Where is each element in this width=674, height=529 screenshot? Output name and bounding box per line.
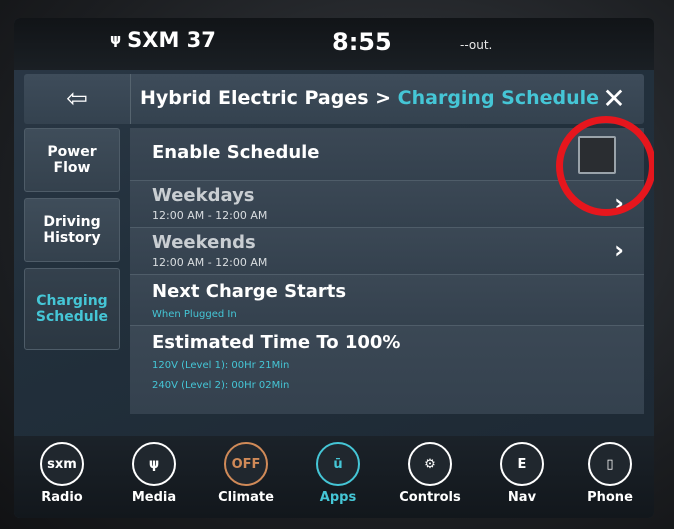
dock-label: Controls (399, 490, 461, 505)
dock-label: Phone (587, 490, 633, 505)
dock-media[interactable]: ψ Media (114, 442, 194, 505)
dock-label: Nav (507, 490, 537, 505)
estimate-level1: 120V (Level 1): 00Hr 21Min (152, 360, 290, 371)
antenna-icon: ψ (110, 32, 122, 48)
next-charge-value: When Plugged In (152, 309, 237, 320)
page-header: ⇦ Hybrid Electric Pages > Charging Sched… (24, 74, 644, 124)
radio-status[interactable]: ψ SXM 37 (110, 28, 216, 52)
breadcrumb: Hybrid Electric Pages > Charging Schedul… (140, 87, 599, 109)
weekdays-time: 12:00 AM - 12:00 AM (152, 209, 268, 222)
back-arrow-icon: ⇦ (66, 84, 88, 114)
estimate-level2: 240V (Level 2): 00Hr 02Min (152, 380, 290, 391)
sidebar-item-label: Charging (36, 293, 108, 309)
sidebar-item-label: Schedule (35, 309, 109, 325)
enable-schedule-label: Enable Schedule (152, 142, 320, 163)
highlight-ring (556, 116, 654, 216)
sidebar: Power Flow Driving History Charging Schedul… (24, 128, 120, 356)
dock-label: Radio (41, 490, 83, 505)
weekdays-label: Weekdays (152, 185, 255, 206)
clock: 8:55 (332, 28, 392, 56)
dock-phone[interactable]: ▯ Phone (570, 442, 650, 505)
breadcrumb-parent: Hybrid Electric Pages > (140, 87, 398, 109)
sidebar-item-charging-schedule[interactable]: Charging Schedule (24, 268, 120, 350)
dock-label: Media (131, 490, 177, 505)
controls-icon: ⚙ (408, 442, 452, 486)
sidebar-item-driving-history[interactable]: Driving History (24, 198, 120, 262)
dock-label: Climate (218, 490, 274, 505)
estimate-row: Estimated Time To 100% 120V (Level 1): 0… (130, 326, 644, 414)
sidebar-item-label: Driving (43, 214, 101, 230)
radio-station: SXM 37 (127, 28, 216, 52)
sidebar-item-label: Flow (53, 160, 91, 176)
bottom-dock: sxm Radio ψ Media OFF Climate ū Apps ⚙ C… (14, 436, 654, 518)
weekends-chevron-right-icon: › (614, 236, 624, 264)
close-button[interactable]: ✕ (596, 82, 632, 116)
breadcrumb-current: Charging Schedule (397, 87, 600, 109)
weekends-label: Weekends (152, 232, 256, 253)
next-charge-label: Next Charge Starts (152, 281, 347, 302)
weekends-row[interactable]: Weekends 12:00 AM - 12:00 AM › (130, 228, 644, 275)
estimate-label: Estimated Time To 100% (152, 332, 401, 353)
back-button[interactable]: ⇦ (24, 74, 131, 124)
climate-off-icon: OFF (224, 442, 268, 486)
status-bar: ψ SXM 37 8:55 --out. (14, 18, 654, 70)
close-icon: ✕ (602, 82, 626, 115)
dock-radio[interactable]: sxm Radio (22, 442, 102, 505)
phone-icon: ▯ (588, 442, 632, 486)
apps-icon: ū (316, 442, 360, 486)
weekends-time: 12:00 AM - 12:00 AM (152, 256, 268, 269)
compass-icon: E (500, 442, 544, 486)
dock-nav[interactable]: E Nav (482, 442, 562, 505)
dock-climate[interactable]: OFF Climate (206, 442, 286, 505)
dock-apps[interactable]: ū Apps (298, 442, 378, 505)
dock-controls[interactable]: ⚙ Controls (390, 442, 470, 505)
sidebar-item-label: Power (47, 144, 97, 160)
usb-icon: ψ (132, 442, 176, 486)
infotainment-screen: ψ SXM 37 8:55 --out. ⇦ Hybrid Electric P… (14, 18, 654, 518)
sxm-icon: sxm (40, 442, 84, 486)
next-charge-row: Next Charge Starts When Plugged In (130, 275, 644, 326)
outside-temperature: --out. (460, 38, 493, 52)
sidebar-item-power-flow[interactable]: Power Flow (24, 128, 120, 192)
sidebar-item-label: History (43, 230, 101, 246)
dock-label: Apps (319, 490, 357, 505)
